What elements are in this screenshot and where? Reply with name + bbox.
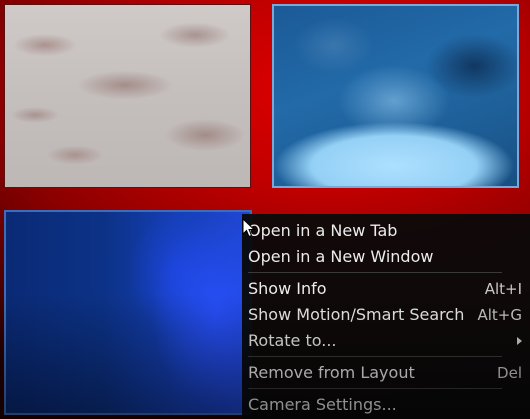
menu-item-label: Show Motion/Smart Search (248, 305, 465, 324)
submenu-arrow-icon (517, 337, 522, 345)
menu-separator (248, 388, 502, 389)
layout-canvas: Open in a New Tab Open in a New Window S… (0, 0, 530, 419)
menu-item-label: Open in a New Window (248, 247, 434, 266)
camera-tile-1[interactable] (4, 4, 251, 188)
menu-item-label: Rotate to... (248, 331, 337, 350)
menu-item-label: Remove from Layout (248, 363, 415, 382)
mouse-pointer-icon (242, 218, 256, 238)
menu-item-label: Show Info (248, 279, 327, 298)
menu-item-rotate-to[interactable]: Rotate to... (242, 328, 530, 354)
menu-item-open-new-tab[interactable]: Open in a New Tab (242, 218, 530, 244)
menu-item-camera-settings[interactable]: Camera Settings... (242, 392, 530, 418)
menu-separator (248, 356, 502, 357)
menu-item-show-info[interactable]: Show Info Alt+I (242, 276, 530, 302)
menu-item-open-new-window[interactable]: Open in a New Window (242, 244, 530, 270)
menu-item-remove-from-layout[interactable]: Remove from Layout Del (242, 360, 530, 386)
context-menu: Open in a New Tab Open in a New Window S… (242, 214, 530, 419)
menu-item-shortcut: Alt+I (484, 280, 522, 298)
camera-tile-3[interactable] (4, 210, 252, 415)
menu-item-label: Camera Settings... (248, 395, 397, 414)
menu-item-shortcut: Del (497, 364, 522, 382)
menu-item-label: Open in a New Tab (248, 221, 398, 240)
menu-item-show-motion-search[interactable]: Show Motion/Smart Search Alt+G (242, 302, 530, 328)
menu-item-shortcut: Alt+G (477, 306, 522, 324)
camera-tile-2[interactable] (272, 4, 519, 188)
menu-separator (248, 272, 502, 273)
